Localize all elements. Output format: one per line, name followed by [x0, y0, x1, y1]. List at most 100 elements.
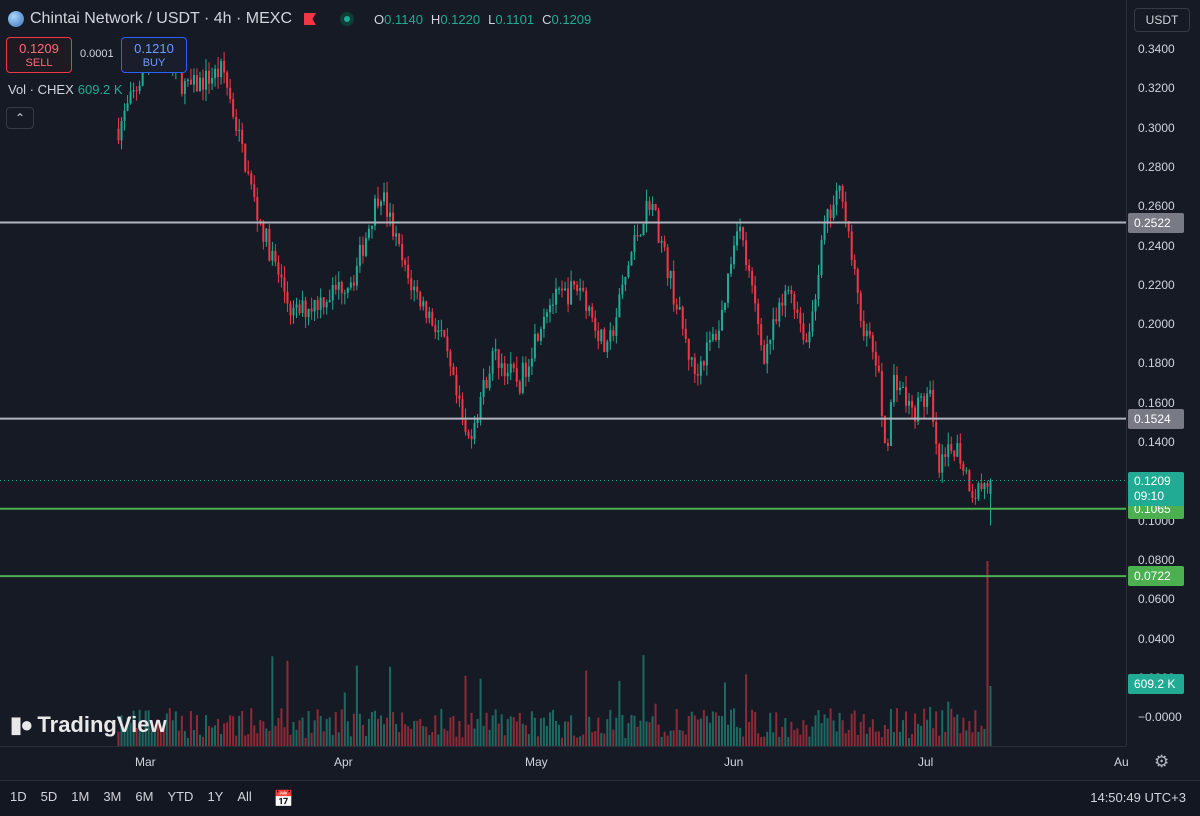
volume-bar: [754, 712, 757, 746]
volume-bar: [651, 716, 654, 746]
candle-body: [820, 240, 823, 276]
volume-bar: [763, 736, 766, 746]
volume-bar: [241, 711, 244, 746]
candle-body: [349, 282, 352, 288]
candle-body: [829, 209, 832, 219]
candle-body: [217, 68, 220, 77]
range-5d[interactable]: 5D: [41, 789, 58, 809]
candle-body: [205, 70, 208, 90]
volume-bar: [201, 736, 204, 746]
candle-body: [238, 129, 241, 131]
volume-bar: [337, 732, 340, 746]
volume-bar: [820, 723, 823, 746]
volume-legend[interactable]: Vol · CHEX 609.2 K: [8, 82, 123, 97]
volume-bar: [932, 728, 935, 746]
volume-bar: [974, 710, 977, 746]
volume-bar: [639, 720, 642, 746]
candle-body: [383, 192, 386, 202]
candle-body: [739, 226, 742, 232]
volume-bar: [624, 737, 627, 746]
volume-bar: [250, 708, 253, 746]
candle-body: [573, 281, 576, 285]
candle-body: [361, 244, 364, 256]
volume-bar: [603, 733, 606, 746]
candle-body: [232, 99, 235, 117]
candle-body: [699, 361, 702, 376]
range-6m[interactable]: 6M: [135, 789, 153, 809]
candle-body: [657, 210, 660, 243]
volume-bar: [497, 723, 500, 746]
volume-bar: [929, 706, 932, 746]
candle-body: [723, 302, 726, 310]
month-label: Jun: [724, 755, 744, 769]
volume-bar: [681, 730, 684, 746]
chevron-up-icon: ⌃: [14, 111, 26, 125]
volume-bar: [434, 715, 437, 746]
range-ytd[interactable]: YTD: [167, 789, 193, 809]
candle-body: [606, 341, 609, 352]
volume-bar: [865, 733, 868, 746]
candle-body: [621, 284, 624, 295]
date-range-icon[interactable]: 📅: [274, 789, 294, 809]
candle-body: [319, 297, 322, 311]
volume-bar: [941, 710, 944, 746]
buy-button[interactable]: 0.1210 BUY: [121, 37, 187, 73]
sell-button[interactable]: 0.1209 SELL: [6, 37, 72, 73]
volume-bar: [847, 730, 850, 746]
volume-bar: [594, 731, 597, 746]
volume-bar: [748, 721, 751, 746]
volume-bar: [428, 735, 431, 746]
volume-bar: [431, 731, 434, 746]
candle-body: [265, 228, 268, 242]
candle-body: [811, 311, 814, 332]
candle-body: [708, 340, 711, 343]
candle-body: [597, 330, 600, 342]
range-all[interactable]: All: [237, 789, 251, 809]
range-1y[interactable]: 1Y: [207, 789, 223, 809]
range-3m[interactable]: 3M: [103, 789, 121, 809]
candle-body: [425, 301, 428, 318]
candle-body: [711, 333, 714, 341]
symbol-title[interactable]: Chintai Network / USDT · 4h · MEXC: [30, 10, 292, 28]
collapse-legend-button[interactable]: ⌃: [6, 107, 34, 129]
candle-body: [337, 281, 340, 290]
range-1d[interactable]: 1D: [10, 789, 27, 809]
flag-icon[interactable]: [304, 13, 316, 25]
candle-body: [802, 323, 805, 340]
candle-body: [696, 373, 699, 376]
volume-bar: [235, 735, 238, 746]
volume-bar: [832, 720, 835, 746]
candle-body: [401, 244, 404, 261]
utc-clock[interactable]: 14:50:49 UTC+3: [1090, 790, 1186, 805]
candle-body: [370, 225, 373, 229]
candle-body: [615, 317, 618, 336]
candle-body: [956, 442, 959, 457]
candle-body: [865, 330, 868, 337]
price-chart[interactable]: [0, 0, 1126, 746]
price-tick-label: 0.2800: [1138, 159, 1175, 174]
candle-body: [935, 422, 938, 444]
volume-bar: [479, 678, 482, 746]
chart-area[interactable]: Chintai Network / USDT · 4h · MEXC O0.11…: [0, 0, 1126, 746]
volume-bar: [793, 730, 796, 746]
candle-body: [775, 319, 778, 322]
volume-bar: [530, 711, 533, 746]
candle-body: [778, 302, 781, 322]
candle-body: [437, 330, 440, 333]
range-1m[interactable]: 1M: [71, 789, 89, 809]
candle-body: [814, 299, 817, 312]
volume-bar: [953, 717, 956, 746]
currency-selector[interactable]: USDT: [1134, 8, 1190, 32]
candle-body: [895, 374, 898, 391]
candle-body: [772, 319, 775, 341]
candle-body: [889, 402, 892, 447]
time-axis[interactable]: Mar Apr May Jun Jul Au: [0, 746, 1129, 778]
volume-bar: [364, 736, 367, 746]
candle-body: [422, 301, 425, 307]
buy-price: 0.1210: [134, 41, 174, 56]
candle-body: [208, 70, 211, 84]
candle-body: [687, 338, 690, 360]
volume-bar: [823, 714, 826, 746]
volume-bar: [355, 665, 358, 746]
gear-icon[interactable]: ⚙: [1154, 752, 1169, 772]
